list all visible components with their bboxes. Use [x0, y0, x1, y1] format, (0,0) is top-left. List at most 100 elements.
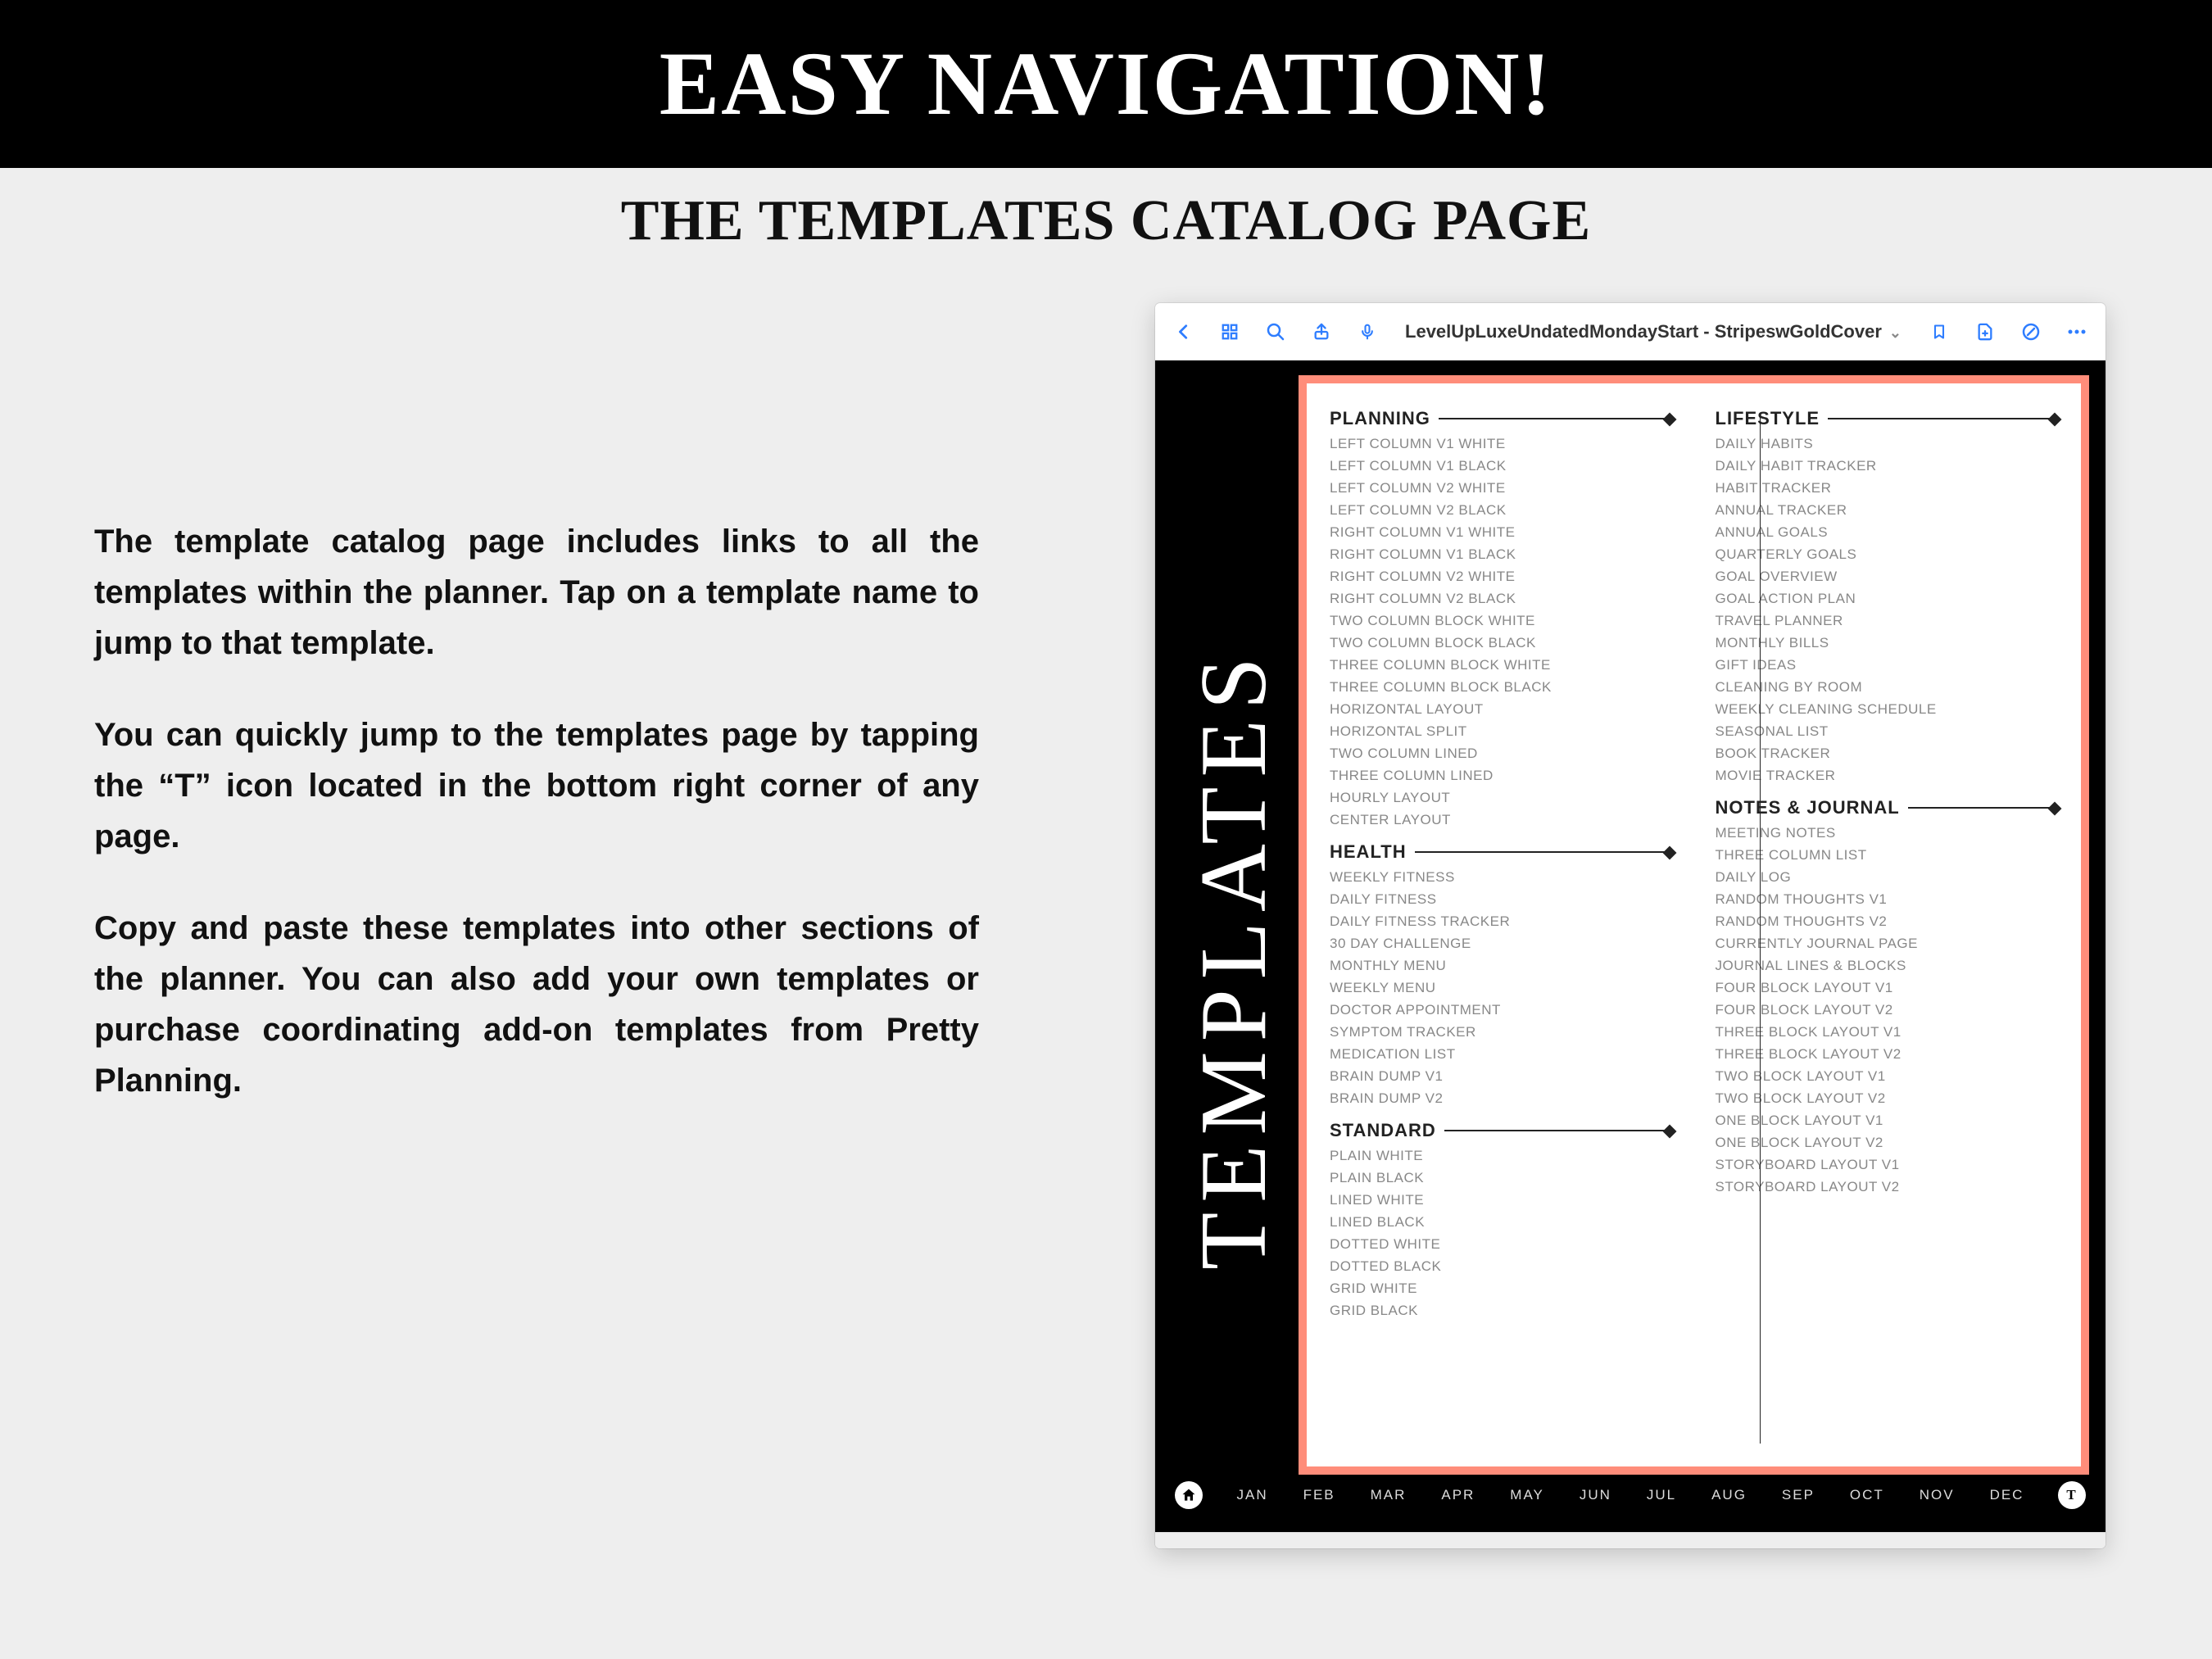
- more-icon[interactable]: [2063, 318, 2091, 346]
- template-link[interactable]: WEEKLY CLEANING SCHEDULE: [1716, 701, 2059, 718]
- planner-page: TEMPLATES PLANNING LEFT COLUMN V1 WHITEL…: [1155, 360, 2105, 1532]
- template-link[interactable]: 30 DAY CHALLENGE: [1330, 936, 1673, 952]
- template-link[interactable]: HORIZONTAL SPLIT: [1330, 723, 1673, 740]
- template-link[interactable]: GIFT IDEAS: [1716, 657, 2059, 673]
- template-link[interactable]: ANNUAL TRACKER: [1716, 502, 2059, 519]
- template-link[interactable]: THREE COLUMN LIST: [1716, 847, 2059, 863]
- template-link[interactable]: DAILY FITNESS TRACKER: [1330, 913, 1673, 930]
- thumbnails-icon[interactable]: [1216, 318, 1244, 346]
- template-link[interactable]: RIGHT COLUMN V2 BLACK: [1330, 591, 1673, 607]
- template-link[interactable]: RIGHT COLUMN V1 WHITE: [1330, 524, 1673, 541]
- template-link[interactable]: CURRENTLY JOURNAL PAGE: [1716, 936, 2059, 952]
- template-link[interactable]: HOURLY LAYOUT: [1330, 790, 1673, 806]
- template-link[interactable]: BOOK TRACKER: [1716, 746, 2059, 762]
- template-link[interactable]: TWO COLUMN LINED: [1330, 746, 1673, 762]
- section-title-standard: STANDARD: [1330, 1120, 1673, 1141]
- template-link[interactable]: JOURNAL LINES & BLOCKS: [1716, 958, 2059, 974]
- template-link[interactable]: BRAIN DUMP V1: [1330, 1068, 1673, 1085]
- template-link[interactable]: LEFT COLUMN V2 WHITE: [1330, 480, 1673, 496]
- template-link[interactable]: STORYBOARD LAYOUT V1: [1716, 1157, 2059, 1173]
- add-page-icon[interactable]: [1971, 318, 1999, 346]
- template-link[interactable]: THREE COLUMN BLOCK WHITE: [1330, 657, 1673, 673]
- template-link[interactable]: DAILY FITNESS: [1330, 891, 1673, 908]
- template-link[interactable]: TWO COLUMN BLOCK WHITE: [1330, 613, 1673, 629]
- template-link[interactable]: MEDICATION LIST: [1330, 1046, 1673, 1063]
- template-link[interactable]: FOUR BLOCK LAYOUT V2: [1716, 1002, 2059, 1018]
- template-link[interactable]: GOAL OVERVIEW: [1716, 569, 2059, 585]
- template-link[interactable]: DOCTOR APPOINTMENT: [1330, 1002, 1673, 1018]
- month-tab[interactable]: MAR: [1371, 1487, 1407, 1503]
- template-link[interactable]: GRID WHITE: [1330, 1281, 1673, 1297]
- template-link[interactable]: RIGHT COLUMN V2 WHITE: [1330, 569, 1673, 585]
- template-link[interactable]: DAILY HABITS: [1716, 436, 2059, 452]
- template-link[interactable]: ONE BLOCK LAYOUT V2: [1716, 1135, 2059, 1151]
- template-link[interactable]: DAILY HABIT TRACKER: [1716, 458, 2059, 474]
- template-link[interactable]: PLAIN BLACK: [1330, 1170, 1673, 1186]
- month-tab[interactable]: OCT: [1850, 1487, 1884, 1503]
- search-icon[interactable]: [1262, 318, 1290, 346]
- month-tab[interactable]: SEP: [1782, 1487, 1815, 1503]
- template-link[interactable]: MONTHLY BILLS: [1716, 635, 2059, 651]
- template-link[interactable]: DOTTED BLACK: [1330, 1258, 1673, 1275]
- template-link[interactable]: ONE BLOCK LAYOUT V1: [1716, 1113, 2059, 1129]
- template-link[interactable]: THREE COLUMN BLOCK BLACK: [1330, 679, 1673, 696]
- month-tab[interactable]: MAY: [1510, 1487, 1544, 1503]
- template-link[interactable]: WEEKLY FITNESS: [1330, 869, 1673, 886]
- template-link[interactable]: LINED WHITE: [1330, 1192, 1673, 1208]
- explainer-paragraph-3: Copy and paste these templates into othe…: [94, 903, 979, 1106]
- home-icon[interactable]: [1175, 1481, 1203, 1509]
- template-link[interactable]: DOTTED WHITE: [1330, 1236, 1673, 1253]
- document-title[interactable]: LevelUpLuxeUndatedMondayStart - Stripesw…: [1399, 321, 1907, 342]
- month-tab[interactable]: AUG: [1711, 1487, 1747, 1503]
- template-link[interactable]: LINED BLACK: [1330, 1214, 1673, 1231]
- month-tab[interactable]: DEC: [1990, 1487, 2024, 1503]
- month-tab[interactable]: JUN: [1580, 1487, 1611, 1503]
- template-link[interactable]: MEETING NOTES: [1716, 825, 2059, 841]
- template-link[interactable]: CENTER LAYOUT: [1330, 812, 1673, 828]
- template-link[interactable]: TWO BLOCK LAYOUT V2: [1716, 1090, 2059, 1107]
- template-link[interactable]: RIGHT COLUMN V1 BLACK: [1330, 546, 1673, 563]
- template-link[interactable]: FOUR BLOCK LAYOUT V1: [1716, 980, 2059, 996]
- month-tab[interactable]: FEB: [1303, 1487, 1335, 1503]
- template-link[interactable]: SYMPTOM TRACKER: [1330, 1024, 1673, 1040]
- template-link[interactable]: SEASONAL LIST: [1716, 723, 2059, 740]
- template-link[interactable]: MONTHLY MENU: [1330, 958, 1673, 974]
- month-tab[interactable]: NOV: [1920, 1487, 1955, 1503]
- template-link[interactable]: TRAVEL PLANNER: [1716, 613, 2059, 629]
- template-link[interactable]: TWO BLOCK LAYOUT V1: [1716, 1068, 2059, 1085]
- month-tab[interactable]: JUL: [1647, 1487, 1676, 1503]
- template-link[interactable]: HORIZONTAL LAYOUT: [1330, 701, 1673, 718]
- template-link[interactable]: WEEKLY MENU: [1330, 980, 1673, 996]
- template-link[interactable]: PLAIN WHITE: [1330, 1148, 1673, 1164]
- mic-icon[interactable]: [1353, 318, 1381, 346]
- annotate-icon[interactable]: [2017, 318, 2045, 346]
- template-link[interactable]: GRID BLACK: [1330, 1303, 1673, 1319]
- month-tab[interactable]: APR: [1441, 1487, 1475, 1503]
- template-link[interactable]: RANDOM THOUGHTS V1: [1716, 891, 2059, 908]
- bookmark-icon[interactable]: [1925, 318, 1953, 346]
- template-link[interactable]: TWO COLUMN BLOCK BLACK: [1330, 635, 1673, 651]
- template-link[interactable]: BRAIN DUMP V2: [1330, 1090, 1673, 1107]
- template-link[interactable]: THREE BLOCK LAYOUT V1: [1716, 1024, 2059, 1040]
- template-link[interactable]: DAILY LOG: [1716, 869, 2059, 886]
- template-link[interactable]: STORYBOARD LAYOUT V2: [1716, 1179, 2059, 1195]
- template-link[interactable]: ANNUAL GOALS: [1716, 524, 2059, 541]
- template-link[interactable]: CLEANING BY ROOM: [1716, 679, 2059, 696]
- templates-shortcut-icon[interactable]: T: [2058, 1481, 2086, 1509]
- template-link[interactable]: MOVIE TRACKER: [1716, 768, 2059, 784]
- page-slider[interactable]: [1155, 1532, 2105, 1548]
- template-link[interactable]: THREE COLUMN LINED: [1330, 768, 1673, 784]
- template-link[interactable]: RANDOM THOUGHTS V2: [1716, 913, 2059, 930]
- template-link[interactable]: LEFT COLUMN V1 BLACK: [1330, 458, 1673, 474]
- tablet-screenshot: LevelUpLuxeUndatedMondayStart - Stripesw…: [1155, 303, 2105, 1548]
- template-link[interactable]: LEFT COLUMN V1 WHITE: [1330, 436, 1673, 452]
- back-icon[interactable]: [1170, 318, 1198, 346]
- banner-title: EASY NAVIGATION!: [0, 0, 2212, 168]
- template-link[interactable]: LEFT COLUMN V2 BLACK: [1330, 502, 1673, 519]
- template-link[interactable]: THREE BLOCK LAYOUT V2: [1716, 1046, 2059, 1063]
- share-icon[interactable]: [1308, 318, 1335, 346]
- template-link[interactable]: HABIT TRACKER: [1716, 480, 2059, 496]
- month-tab[interactable]: JAN: [1236, 1487, 1267, 1503]
- template-link[interactable]: QUARTERLY GOALS: [1716, 546, 2059, 563]
- template-link[interactable]: GOAL ACTION PLAN: [1716, 591, 2059, 607]
